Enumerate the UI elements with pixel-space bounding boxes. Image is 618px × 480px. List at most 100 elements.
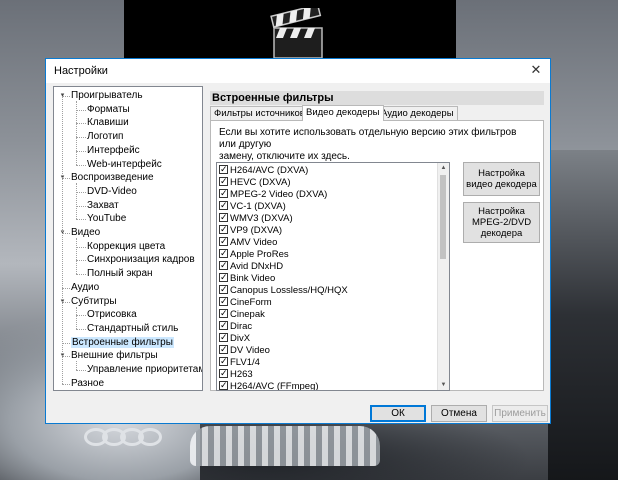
ok-button[interactable]: ОК bbox=[370, 405, 426, 422]
decoder-filter-label: VC-1 (DXVA) bbox=[230, 201, 286, 212]
tree-item[interactable]: Полный экран bbox=[87, 267, 153, 280]
apply-button[interactable]: Применить bbox=[492, 405, 548, 422]
tree-connector bbox=[76, 150, 86, 152]
tree-item[interactable]: Коррекция цвета bbox=[87, 240, 165, 253]
checkbox[interactable] bbox=[219, 235, 228, 247]
checkbox[interactable] bbox=[219, 331, 228, 343]
scroll-down-icon[interactable]: ▼ bbox=[438, 380, 449, 390]
checkbox[interactable] bbox=[219, 259, 228, 271]
tree-connector bbox=[76, 274, 86, 276]
checkbox[interactable] bbox=[219, 343, 228, 355]
decoder-filter-item[interactable]: VP9 (DXVA) bbox=[219, 223, 282, 237]
checkbox[interactable] bbox=[219, 379, 228, 390]
tab-video-decoders[interactable]: Видео декодеры bbox=[302, 105, 384, 121]
tree-item[interactable]: Логотип bbox=[87, 130, 123, 143]
tree-item[interactable]: Отрисовка bbox=[87, 308, 137, 321]
tree-item[interactable]: Управление приоритетами bbox=[87, 363, 203, 376]
tree-item[interactable]: Форматы bbox=[87, 103, 130, 116]
decoder-filter-item[interactable]: AMV Video bbox=[219, 235, 278, 249]
tree-item[interactable]: DVD-Video bbox=[87, 185, 137, 198]
decoder-filter-label: Bink Video bbox=[230, 273, 276, 284]
close-icon[interactable]: ✕ bbox=[522, 59, 550, 81]
cancel-button[interactable]: Отмена bbox=[431, 405, 487, 422]
decoder-filter-label: DivX bbox=[230, 333, 251, 344]
tree-item[interactable]: Проигрыватель bbox=[71, 89, 143, 102]
decoder-filter-item[interactable]: Apple ProRes bbox=[219, 247, 289, 261]
tree-connector bbox=[76, 123, 86, 125]
tree-item-label: Стандартный стиль bbox=[87, 322, 179, 334]
window-title: Настройки bbox=[54, 65, 108, 77]
decoder-filter-item[interactable]: H264/AVC (DXVA) bbox=[219, 163, 309, 177]
decoder-filter-label: Avid DNxHD bbox=[230, 261, 284, 272]
decoder-filter-item[interactable]: WMV3 (DXVA) bbox=[219, 211, 293, 225]
scroll-up-icon[interactable]: ▲ bbox=[438, 163, 449, 173]
decoder-filter-label: WMV3 (DXVA) bbox=[230, 213, 293, 224]
title-bar[interactable]: Настройки ✕ bbox=[46, 59, 550, 83]
tree-connector bbox=[76, 370, 86, 371]
checkbox[interactable] bbox=[219, 319, 228, 331]
tree-item-label: Интерфейс bbox=[87, 144, 140, 156]
decoder-filter-label: H263 bbox=[230, 369, 253, 380]
settings-tree[interactable]: Проигрыватель ▾ Форматы Клавиши Логотип Интер… bbox=[53, 86, 203, 391]
tab-audio-decoders[interactable]: Аудио декодеры bbox=[377, 106, 458, 120]
decoder-filter-item[interactable]: HEVC (DXVA) bbox=[219, 175, 291, 189]
tree-item[interactable]: Интерфейс bbox=[87, 144, 140, 157]
tree-connector bbox=[76, 219, 86, 221]
tree-connector bbox=[76, 260, 86, 262]
tree-item-label: Клавиши bbox=[87, 117, 129, 129]
tree-item[interactable]: Стандартный стиль bbox=[87, 322, 178, 335]
checkbox[interactable] bbox=[219, 187, 228, 199]
tree-item[interactable]: Встроенные фильтры bbox=[71, 336, 174, 349]
car-headlight bbox=[190, 426, 380, 466]
decoder-filter-item[interactable]: Avid DNxHD bbox=[219, 259, 284, 273]
decoder-filter-item[interactable]: Canopus Lossless/HQ/HQX bbox=[219, 283, 348, 297]
checkbox[interactable] bbox=[219, 223, 228, 235]
tree-item[interactable]: Внешние фильтры bbox=[71, 349, 158, 362]
checkbox[interactable] bbox=[219, 199, 228, 211]
checkbox[interactable] bbox=[219, 247, 228, 259]
checkbox[interactable] bbox=[219, 211, 228, 223]
tree-item[interactable]: Клавиши bbox=[87, 116, 129, 129]
tree-item[interactable]: Захват bbox=[87, 199, 119, 212]
decoder-filter-label: AMV Video bbox=[230, 237, 278, 248]
checkbox[interactable] bbox=[219, 283, 228, 295]
tree-connector bbox=[76, 205, 86, 207]
tree-item[interactable]: Воспроизведение bbox=[71, 171, 154, 184]
tree-item[interactable]: Web-интерфейс bbox=[87, 158, 162, 171]
checkbox[interactable] bbox=[219, 307, 228, 319]
decoder-filter-item[interactable]: MPEG-2 Video (DXVA) bbox=[219, 187, 327, 201]
decoder-filter-list[interactable]: H264/AVC (DXVA)HEVC (DXVA)MPEG-2 Video (… bbox=[216, 162, 450, 391]
tree-item[interactable]: Разное bbox=[71, 377, 104, 390]
tree-connector bbox=[76, 246, 86, 248]
clapperboard-icon bbox=[270, 8, 323, 59]
decoder-filter-item[interactable]: H264/AVC (FFmpeg) bbox=[219, 379, 319, 391]
video-decoder-settings-button[interactable]: Настройка видео декодера bbox=[463, 162, 540, 196]
decoder-filter-label: CineForm bbox=[230, 297, 272, 308]
decoder-filter-item[interactable]: VC-1 (DXVA) bbox=[219, 199, 286, 213]
tree-item-label: YouTube bbox=[87, 213, 127, 225]
tab-source-filters[interactable]: Фильтры источников bbox=[210, 106, 309, 120]
tree-item-label: Захват bbox=[87, 199, 119, 211]
checkbox[interactable] bbox=[219, 295, 228, 307]
checkbox[interactable] bbox=[219, 367, 228, 379]
list-scrollbar[interactable]: ▲ ▼ bbox=[437, 163, 449, 390]
checkbox[interactable] bbox=[219, 175, 228, 187]
checkbox[interactable] bbox=[219, 271, 228, 283]
tree-connector bbox=[76, 361, 77, 370]
tree-connector bbox=[76, 328, 86, 330]
tree-item[interactable]: Аудио bbox=[71, 281, 99, 294]
tree-connector bbox=[76, 164, 86, 166]
tree-item[interactable]: YouTube bbox=[87, 212, 126, 225]
scrollbar-thumb[interactable] bbox=[440, 175, 446, 259]
decoder-filter-label: H264/AVC (DXVA) bbox=[230, 165, 309, 176]
tree-item[interactable]: Субтитры bbox=[71, 295, 117, 308]
page-title: Встроенные фильтры bbox=[210, 91, 544, 105]
checkbox[interactable] bbox=[219, 355, 228, 367]
checkbox[interactable] bbox=[219, 163, 228, 175]
mpeg2-decoder-settings-button[interactable]: Настройка MPEG-2/DVD декодера bbox=[463, 202, 540, 243]
decoder-filter-label: Canopus Lossless/HQ/HQX bbox=[230, 285, 348, 296]
tree-item-label: Внешние фильтры bbox=[71, 350, 158, 362]
tree-item-label: Управление приоритетами bbox=[87, 364, 203, 375]
tree-item[interactable]: Синхронизация кадров bbox=[87, 253, 195, 266]
decoder-filter-label: H264/AVC (FFmpeg) bbox=[230, 381, 319, 391]
